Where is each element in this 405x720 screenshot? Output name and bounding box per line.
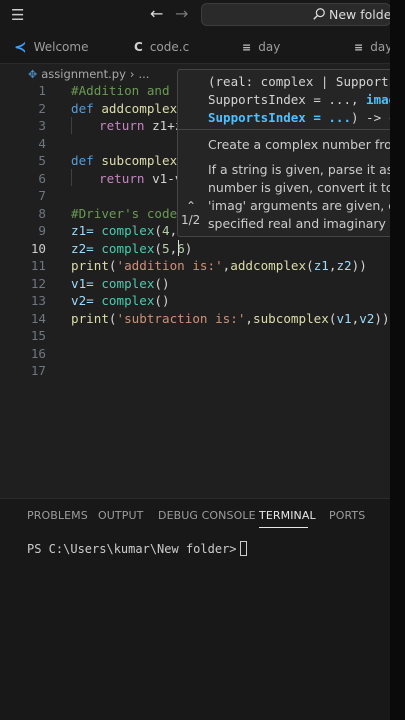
search-icon — [313, 8, 325, 20]
signature-text: (real: complex | SupportsC SupportsIndex… — [208, 74, 390, 125]
signature-summary: Create a complex number from a — [208, 137, 390, 152]
code-line: 16 — [30, 345, 46, 361]
command-center-search[interactable]: New folder — [201, 3, 390, 26]
tab-debug-console[interactable]: DEBUG CONSOLE — [158, 509, 256, 522]
chevron-up-icon[interactable]: ⌃ — [186, 199, 196, 213]
tab-day-2[interactable]: ≡ day — [340, 30, 390, 64]
hamburger-menu-icon[interactable]: ☰ — [11, 6, 24, 24]
breadcrumb-file[interactable]: assignment.py — [41, 67, 126, 81]
forward-arrow-icon[interactable]: → — [175, 4, 188, 23]
text-cursor — [178, 240, 179, 256]
code-line: 17 — [30, 363, 46, 378]
breadcrumb[interactable]: ✥ assignment.py › ... — [28, 66, 149, 82]
back-arrow-icon[interactable]: ← — [150, 4, 163, 23]
tab-problems[interactable]: PROBLEMS — [27, 509, 88, 522]
overload-counter: 1/2 — [181, 213, 201, 227]
tab-output[interactable]: OUTPUT — [98, 509, 143, 522]
tab-label: Welcome — [33, 40, 89, 54]
text-file-icon: ≡ — [354, 40, 364, 54]
tab-label: code.c — [149, 40, 190, 54]
breadcrumb-symbols[interactable]: ... — [138, 67, 149, 81]
tab-day[interactable]: ≡ day — [228, 30, 340, 64]
code-line-current: 10 z2= complex(5,6) — [30, 240, 193, 256]
code-line: 14 print('subtraction is:',subcomplex(v1,… — [30, 310, 390, 326]
tab-label: day — [370, 40, 390, 54]
signature-help-popup[interactable]: (real: complex | SupportsC SupportsIndex… — [177, 69, 390, 237]
tab-label: day — [258, 40, 281, 54]
window-edge — [390, 0, 405, 720]
vscode-window: ☰ ← → New folder ≺ Welcome C code.c ≡ da… — [0, 0, 390, 720]
breadcrumb-separator: › — [129, 67, 135, 81]
popup-divider — [178, 129, 390, 130]
code-line: 11 print('addition is:',addcomplex(z1,z2)… — [30, 258, 367, 273]
terminal-cursor — [239, 541, 247, 556]
vscode-icon: ≺ — [14, 38, 27, 56]
signature-description: If a string is given, parse it as a c nu… — [208, 162, 390, 231]
tab-welcome[interactable]: ≺ Welcome — [0, 30, 120, 64]
code-line: 13 v2= complex() — [30, 293, 170, 308]
terminal-prompt[interactable]: PS C:\Users\kumar\New folder> — [27, 541, 247, 556]
tab-code-c[interactable]: C code.c — [120, 30, 228, 64]
code-line: 12 v1= complex() — [30, 275, 170, 291]
code-line: 15 — [30, 328, 46, 343]
active-tab-indicator — [259, 527, 308, 528]
editor-tabs: ≺ Welcome C code.c ≡ day ≡ day — [0, 30, 390, 64]
c-file-icon: C — [134, 40, 143, 54]
title-bar: ☰ ← → New folder — [0, 0, 390, 30]
search-text: New folder — [329, 7, 390, 22]
text-file-icon: ≡ — [242, 40, 252, 54]
bottom-panel: PROBLEMS OUTPUT DEBUG CONSOLE TERMINAL P… — [0, 498, 390, 720]
tab-ports[interactable]: PORTS — [329, 509, 365, 522]
python-file-icon: ✥ — [28, 67, 38, 81]
tab-terminal[interactable]: TERMINAL — [259, 509, 316, 522]
